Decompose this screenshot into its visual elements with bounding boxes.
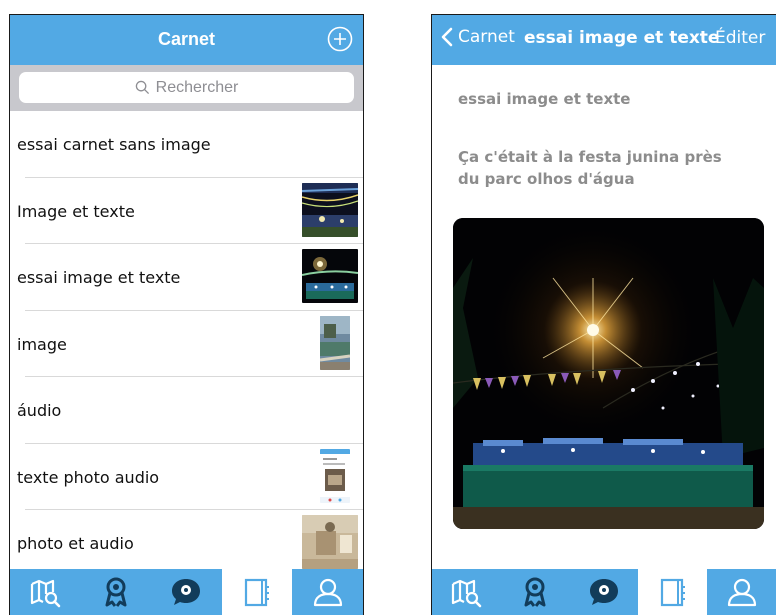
plus-circle-icon: [327, 26, 353, 52]
list-item[interactable]: essai image et texte: [10, 244, 363, 311]
list-item-label: áudio: [17, 401, 62, 420]
thumbnail-image: [302, 515, 358, 569]
map-search-icon: [449, 575, 483, 609]
notebook-list-screen: Carnet Rechercher essai carnet sans imag…: [9, 14, 364, 615]
list-item-label: photo et audio: [17, 534, 134, 553]
tab-profile[interactable]: [707, 569, 776, 615]
list-item-label: essai image et texte: [17, 268, 181, 287]
tab-map[interactable]: [10, 569, 81, 615]
tab-chat[interactable]: [151, 569, 222, 615]
note-title: essai image et texte: [458, 90, 631, 108]
notebook-icon: [240, 575, 274, 609]
tab-bar: [432, 569, 776, 615]
page-title: essai image et texte: [524, 28, 720, 48]
list-item[interactable]: Image et texte: [10, 178, 363, 244]
navigation-bar: Carnet: [10, 15, 363, 65]
back-button[interactable]: Carnet: [440, 27, 515, 47]
note-text: Ça c'était à la festa junina près du par…: [458, 148, 722, 188]
list-item-label: Image et texte: [17, 201, 135, 221]
chat-location-icon: [587, 575, 621, 609]
notebook-icon: [656, 575, 690, 609]
list-item-label: texte photo audio: [17, 467, 160, 487]
tab-notebook[interactable]: [221, 569, 293, 615]
search-icon: [135, 80, 149, 95]
edit-button[interactable]: Éditer: [715, 28, 765, 48]
list-item[interactable]: photo et audio: [10, 510, 363, 577]
tab-chat[interactable]: [570, 569, 639, 615]
page-title: Carnet: [157, 29, 215, 49]
back-label: Carnet: [458, 27, 515, 47]
thumbnail-image: [320, 315, 350, 370]
tab-awards[interactable]: [81, 569, 152, 615]
tab-map[interactable]: [432, 569, 501, 615]
tab-profile[interactable]: [292, 569, 363, 615]
user-icon: [725, 575, 759, 609]
notebook-list: essai carnet sans image Image et texte e…: [10, 111, 363, 577]
add-entry-button[interactable]: [327, 26, 353, 52]
note-detail-screen: Carnet essai image et texte Éditer essai…: [431, 14, 776, 615]
list-item[interactable]: image: [10, 311, 363, 377]
chat-location-icon: [169, 575, 203, 609]
list-item[interactable]: texte photo audio: [10, 444, 363, 510]
award-icon: [518, 575, 552, 609]
user-icon: [311, 575, 345, 609]
search-bar: Rechercher: [10, 65, 363, 111]
tab-notebook[interactable]: [638, 569, 708, 615]
thumbnail-image: [302, 182, 358, 237]
list-item-label: image: [17, 334, 67, 354]
thumbnail-image: [302, 249, 358, 303]
note-photo[interactable]: [453, 218, 764, 529]
thumbnail-image: [320, 448, 350, 503]
search-placeholder: Rechercher: [155, 78, 239, 96]
navigation-bar: Carnet essai image et texte Éditer: [432, 15, 776, 65]
tab-awards[interactable]: [501, 569, 570, 615]
search-input[interactable]: Rechercher: [19, 72, 354, 103]
list-item[interactable]: áudio: [10, 377, 363, 444]
tab-bar: [10, 569, 363, 615]
chevron-left-icon: [441, 27, 453, 47]
list-item[interactable]: essai carnet sans image: [10, 111, 363, 178]
award-icon: [99, 575, 133, 609]
map-search-icon: [28, 575, 62, 609]
list-item-label: essai carnet sans image: [17, 135, 211, 154]
